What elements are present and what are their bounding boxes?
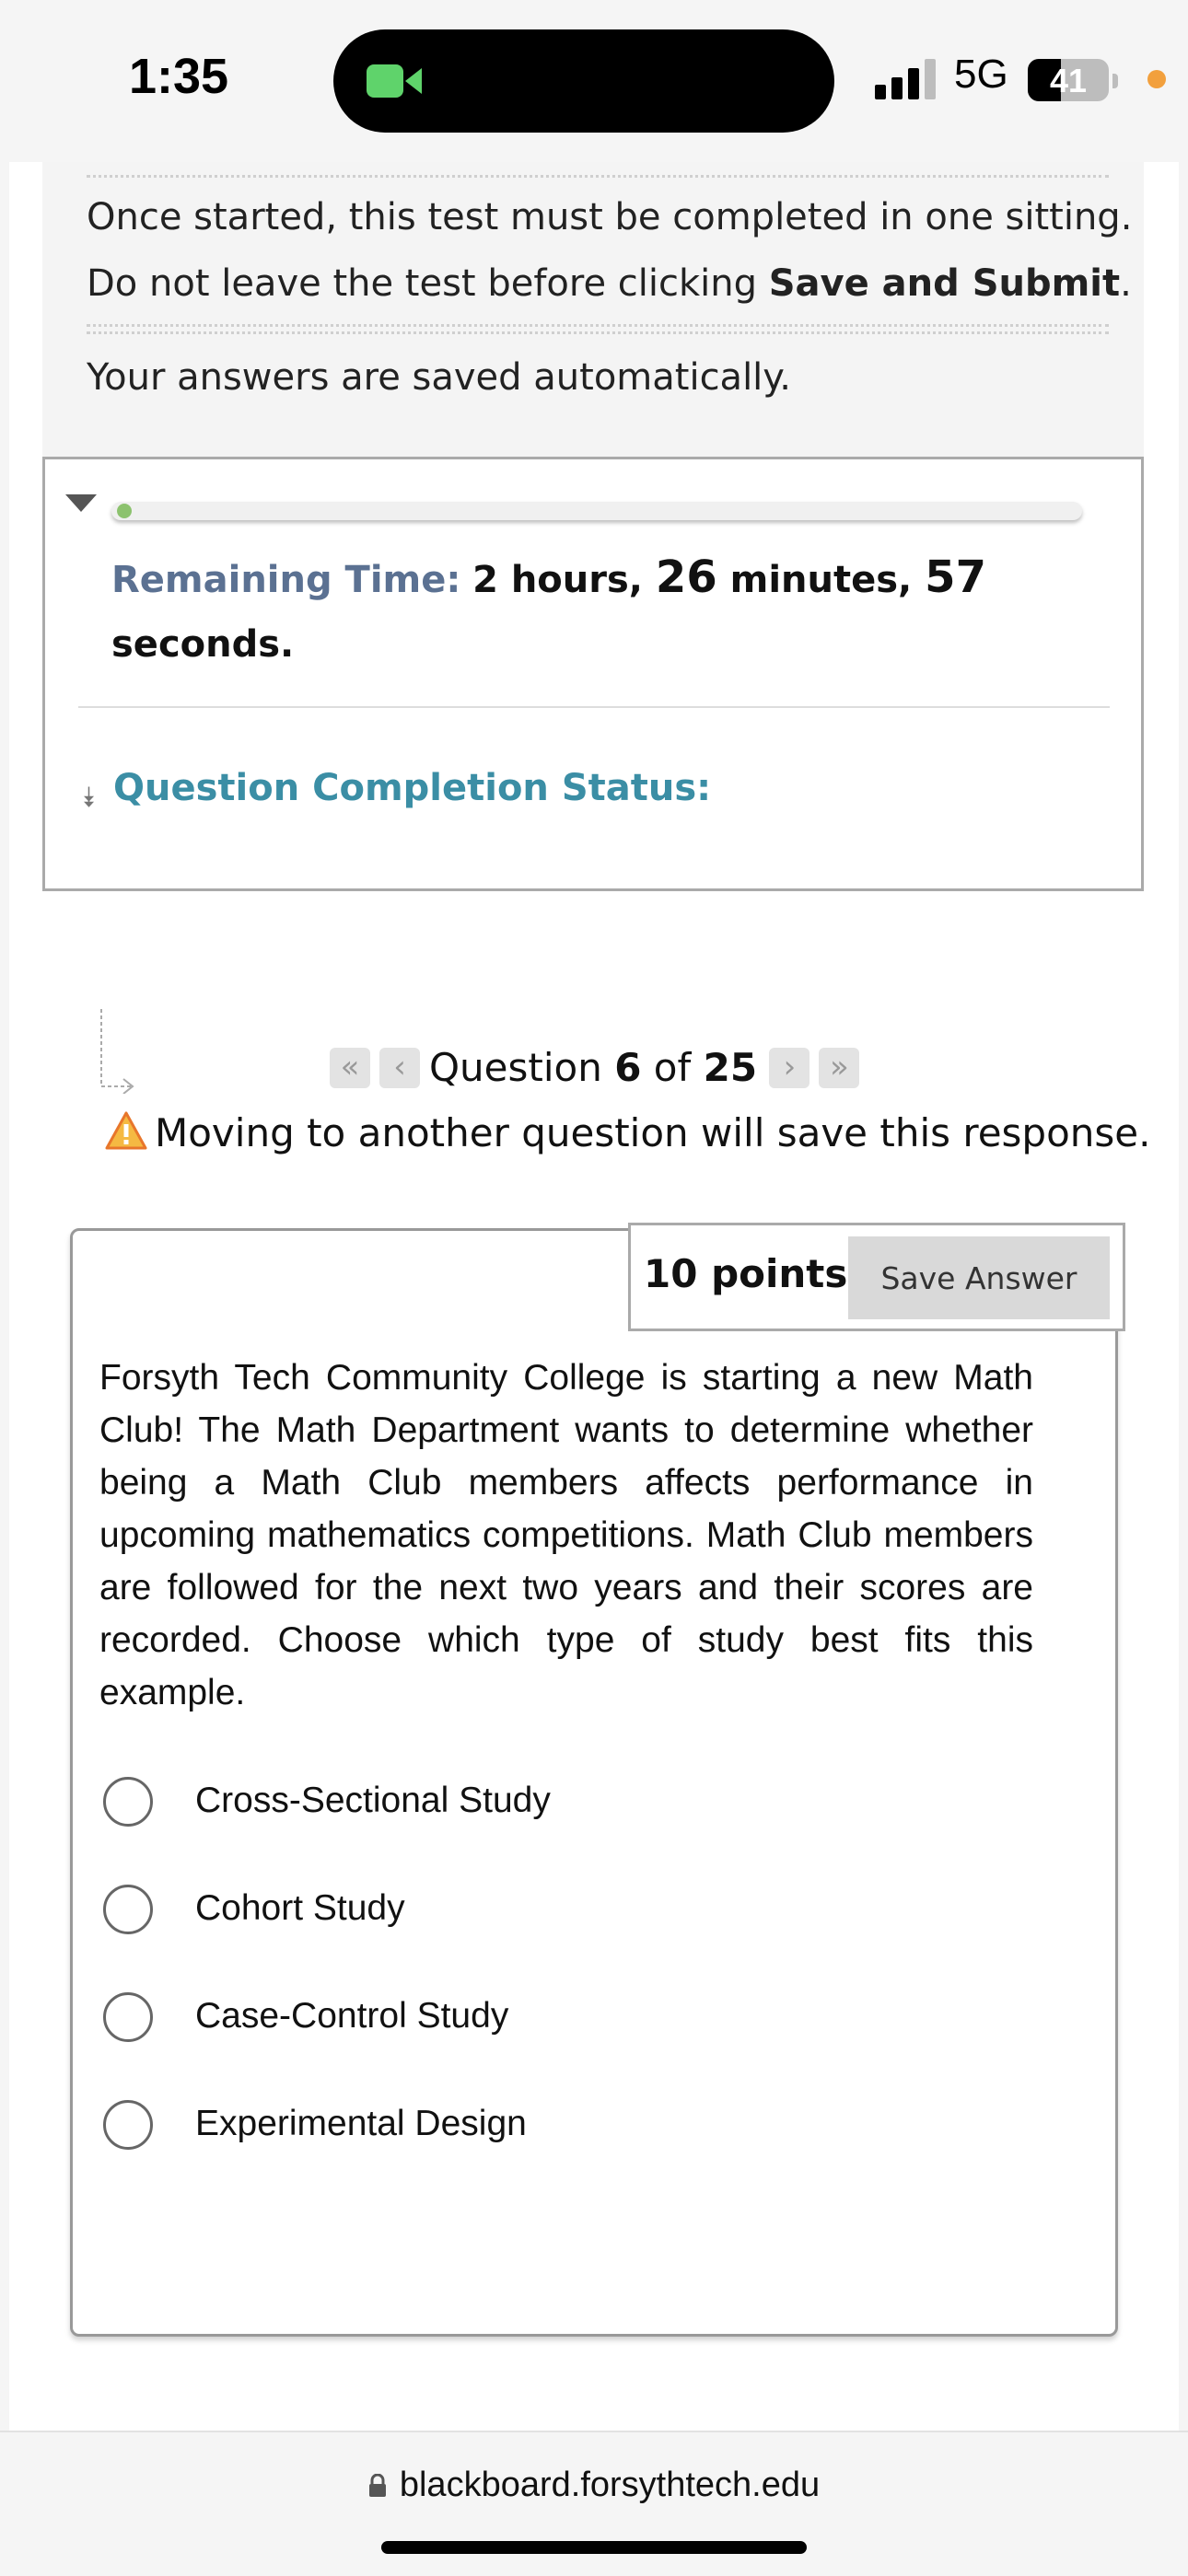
- answer-option-label[interactable]: Cross-Sectional Study: [195, 1781, 551, 1821]
- signal-icon: [875, 59, 936, 99]
- radio-button[interactable]: [103, 2100, 153, 2150]
- remaining-time: Remaining Time: 2 hours, 26 minutes, 57: [111, 551, 986, 603]
- seconds-value: 57: [925, 551, 986, 603]
- divider: [87, 331, 1109, 334]
- instruction-bold: Save and Submit: [768, 262, 1121, 305]
- tree-connector-icon: [100, 1009, 134, 1094]
- network-type: 5G: [954, 52, 1008, 97]
- answer-option-label[interactable]: Cohort Study: [195, 1888, 405, 1929]
- hours-value: 2: [472, 559, 498, 601]
- recording-indicator: [1147, 70, 1166, 88]
- radio-button[interactable]: [103, 1992, 153, 2042]
- instruction-text: .: [1120, 262, 1132, 305]
- question-navigation: «‹ Question 6 of 25 ›»: [330, 1042, 868, 1094]
- battery-tip: [1112, 74, 1118, 88]
- battery-level: 41: [1049, 62, 1088, 99]
- warning-text: Moving to another question will save thi…: [155, 1110, 1151, 1155]
- video-camera-icon: [367, 64, 422, 98]
- instruction-line-2: Do not leave the test before clicking Sa…: [87, 250, 1132, 317]
- progress-indicator: [117, 504, 132, 518]
- question-points: 10 points: [644, 1251, 848, 1296]
- next-question-icon[interactable]: ›: [769, 1047, 810, 1088]
- browser-address-bar[interactable]: blackboard.forsythtech.edu: [0, 2431, 1188, 2576]
- seconds-word: seconds.: [111, 623, 295, 666]
- first-question-icon[interactable]: «: [330, 1047, 370, 1088]
- points-header: 10 points Save Answer: [628, 1223, 1125, 1331]
- status-time: 1:35: [129, 49, 229, 104]
- save-warning: Moving to another question will save thi…: [105, 1110, 1150, 1155]
- divider: [78, 706, 1110, 708]
- previous-question-icon[interactable]: ‹: [379, 1047, 420, 1088]
- collapse-toggle-icon[interactable]: [65, 494, 97, 512]
- divider: [87, 175, 1109, 178]
- minutes-value: 26: [655, 551, 717, 603]
- home-indicator[interactable]: [381, 2541, 807, 2554]
- instruction-line-3: Your answers are saved automatically.: [87, 356, 791, 399]
- minutes-word: minutes,: [716, 559, 926, 601]
- total-questions: 25: [703, 1045, 758, 1090]
- current-question: 6: [614, 1045, 642, 1090]
- question-text: Forsyth Tech Community College is starti…: [99, 1358, 1033, 1712]
- instruction-line-1: Once started, this test must be complete…: [87, 196, 1133, 238]
- radio-button[interactable]: [103, 1885, 153, 1934]
- instruction-text: Do not leave the test before clicking: [87, 262, 769, 305]
- double-chevron-down-icon[interactable]: ⯯: [80, 782, 97, 814]
- page-edge-left: [0, 162, 9, 2431]
- page-edge-right: [1179, 162, 1188, 2431]
- remaining-time-label: Remaining Time:: [111, 559, 461, 601]
- test-instructions: Once started, this test must be complete…: [42, 162, 1144, 457]
- url-text[interactable]: blackboard.forsythtech.edu: [400, 2466, 820, 2504]
- last-question-icon[interactable]: »: [819, 1047, 860, 1088]
- question-completion-status-link[interactable]: Question Completion Status:: [113, 767, 711, 809]
- question-word: Question: [429, 1045, 615, 1090]
- radio-button[interactable]: [103, 1777, 153, 1827]
- lock-icon: [368, 2474, 386, 2497]
- of-word: of: [641, 1045, 704, 1090]
- answer-option-label[interactable]: Case-Control Study: [195, 1996, 508, 2036]
- battery-icon: 41: [1028, 59, 1109, 101]
- status-bar: 1:35 5G 41: [0, 0, 1188, 162]
- timer-panel: Remaining Time: 2 hours, 26 minutes, 57 …: [42, 457, 1144, 891]
- answer-option-label[interactable]: Experimental Design: [195, 2104, 527, 2144]
- url-display[interactable]: blackboard.forsythtech.edu: [0, 2466, 1188, 2505]
- hours-word: hours,: [497, 559, 656, 601]
- time-progress-bar: [111, 502, 1082, 520]
- save-answer-button[interactable]: Save Answer: [848, 1236, 1110, 1319]
- question-counter: Question 6 of 25: [429, 1045, 757, 1090]
- dynamic-island: [333, 29, 834, 133]
- divider: [87, 324, 1109, 327]
- warning-icon: [105, 1111, 147, 1150]
